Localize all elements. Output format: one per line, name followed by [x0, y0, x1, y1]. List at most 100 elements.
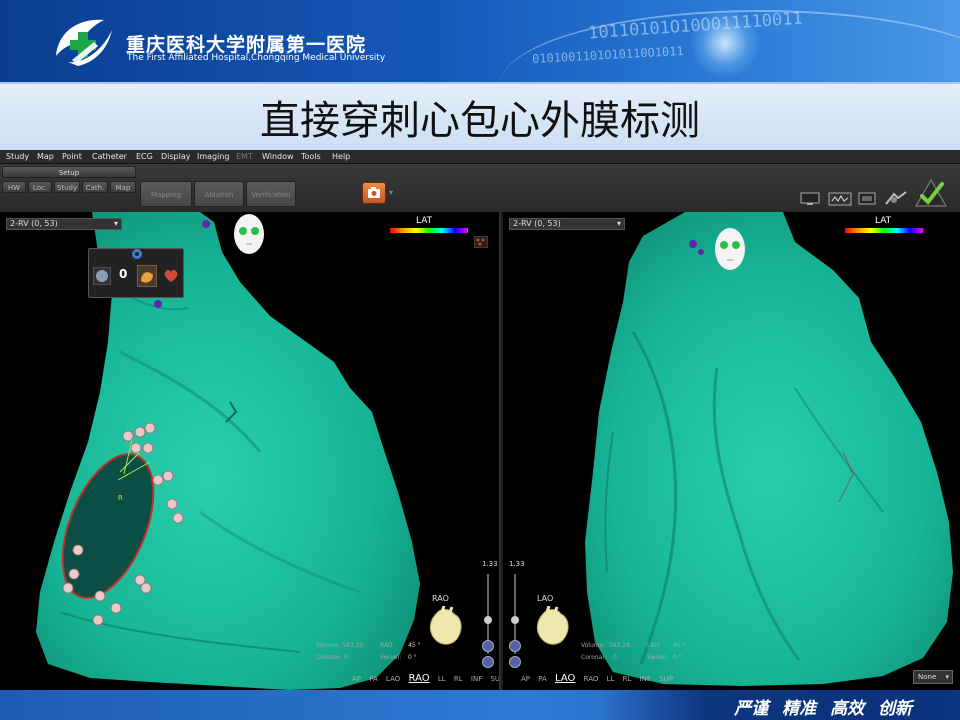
rao-angle-value: 45 °: [408, 642, 421, 649]
camera-icon: [368, 187, 380, 198]
none-select-value: None: [918, 673, 937, 681]
snapshot-dropdown-chevron-icon[interactable]: ▾: [389, 188, 393, 197]
lat-color-scale: [390, 228, 468, 233]
tools-icon[interactable]: [884, 190, 908, 206]
lat-label: LAT: [875, 216, 892, 226]
volume-value: 583.29: [609, 642, 630, 649]
view-presets-rao: AP PA LAO RAO LL RL INF SUP: [352, 673, 499, 684]
map-select[interactable]: 2-RV (0, 53) ▾: [509, 218, 625, 230]
orientation-label: LAO: [537, 594, 554, 603]
loc-button[interactable]: Loc.: [28, 181, 52, 193]
sphere-icon[interactable]: [93, 267, 111, 285]
chevron-down-icon: ▾: [616, 219, 621, 228]
view-presets-lao: AP PA LAO RAO LL RL INF SUP: [521, 673, 679, 684]
none-select[interactable]: None ▾: [913, 670, 953, 684]
footer-bar: 严谨 精准 高效 创新: [0, 690, 960, 720]
coronal-label: Coronal:: [316, 654, 342, 661]
settings-gear-icon[interactable]: [129, 247, 145, 261]
volume-label: Volume:: [581, 642, 606, 649]
orientation-label: RAO: [432, 594, 449, 603]
menu-imaging[interactable]: Imaging: [197, 152, 230, 161]
catheter-marker-label: R: [118, 494, 123, 502]
zoom-out-button[interactable]: [482, 656, 494, 668]
head-orientation-icon: [234, 214, 264, 254]
viewport-lao[interactable]: 2-RV (0, 53) ▾ LAT 1.33 LAO Volume: 583.…: [503, 212, 960, 690]
zoom-out-button[interactable]: [509, 656, 521, 668]
menu-emt: EMT: [236, 152, 253, 161]
swivel-label: Swivel:: [380, 654, 402, 661]
display-icon[interactable]: [858, 192, 878, 206]
zoom-level-label: 1.33: [509, 560, 525, 568]
point-list-icon[interactable]: [474, 236, 488, 248]
hospital-name-en: The First Affiliated Hospital,Chongqing …: [127, 53, 386, 63]
map-select[interactable]: 2-RV (0, 53) ▾: [6, 218, 122, 230]
menu-bar: Study Map Point Catheter ECG Display Ima…: [0, 150, 960, 164]
hospital-logo-icon: [56, 19, 112, 66]
study-button[interactable]: Study: [54, 181, 80, 193]
viewport-rao[interactable]: R 2-RV (0, 53) ▾ LAT 0 1.33 RAO Volume: …: [0, 212, 501, 690]
view-inf[interactable]: INF: [640, 675, 651, 683]
menu-tools[interactable]: Tools: [301, 152, 321, 161]
hw-button[interactable]: HW: [2, 181, 26, 193]
mapping-software-window: Study Map Point Catheter ECG Display Ima…: [0, 150, 960, 690]
menu-window[interactable]: Window: [262, 152, 294, 161]
view-sup[interactable]: SUP: [490, 675, 499, 683]
cath-button[interactable]: Cath.: [82, 181, 108, 193]
view-sup[interactable]: SUP: [659, 675, 673, 683]
view-lao[interactable]: LAO: [555, 673, 575, 684]
volume-label: Volume:: [316, 642, 341, 649]
heart-icon[interactable]: [163, 269, 179, 283]
lao-angle-value: 45 °: [673, 642, 686, 649]
zoom-slider-knob[interactable]: [511, 616, 519, 624]
toolbar: Setup HW Loc. Study Cath. Map Mapping Ab…: [0, 164, 960, 212]
swivel-value: 0 °: [408, 654, 417, 661]
view-rl[interactable]: RL: [623, 675, 632, 683]
checkmark-icon: [915, 178, 947, 207]
view-lao[interactable]: LAO: [386, 675, 400, 683]
menu-map[interactable]: Map: [37, 152, 54, 161]
coronal-value: 0: [344, 654, 348, 661]
rao-angle-label: RAO: [380, 642, 393, 649]
lao-angle-label: LAO: [647, 642, 660, 649]
setup-button[interactable]: Setup: [2, 166, 136, 178]
heart-shell-icon[interactable]: [137, 265, 157, 287]
zoom-slider-knob[interactable]: [484, 616, 492, 624]
ablation-button[interactable]: Ablation: [194, 181, 244, 207]
zoom-in-button[interactable]: [509, 640, 521, 652]
view-ap[interactable]: AP: [521, 675, 530, 683]
view-ll[interactable]: LL: [607, 675, 615, 683]
view-rl[interactable]: RL: [454, 675, 463, 683]
header-banner: 10110101O10O011110011 0101001101O10110O1…: [0, 0, 960, 82]
head-orientation-icon: [715, 228, 745, 270]
zoom-level-label: 1.33: [482, 560, 498, 568]
view-inf[interactable]: INF: [471, 675, 482, 683]
view-pa[interactable]: PA: [538, 675, 547, 683]
map-select-value: 2-RV (0, 53): [10, 219, 58, 228]
monitor-icon[interactable]: [800, 192, 820, 206]
menu-display[interactable]: Display: [161, 152, 191, 161]
coronal-label: Coronal:: [581, 654, 607, 661]
verification-button[interactable]: Verification: [246, 181, 296, 207]
record-icon[interactable]: [828, 192, 852, 206]
menu-study[interactable]: Study: [6, 152, 29, 161]
menu-point[interactable]: Point: [62, 152, 82, 161]
snapshot-button[interactable]: [362, 182, 386, 204]
point-count: 0: [119, 267, 128, 281]
menu-ecg[interactable]: ECG: [136, 152, 153, 161]
view-pa[interactable]: PA: [369, 675, 378, 683]
view-ap[interactable]: AP: [352, 675, 361, 683]
view-rao[interactable]: RAO: [409, 673, 430, 684]
lat-label: LAT: [416, 216, 433, 226]
menu-help[interactable]: Help: [332, 152, 350, 161]
confirm-button[interactable]: [914, 178, 948, 208]
view-rao[interactable]: RAO: [584, 675, 599, 683]
volume-value: 583.29: [342, 642, 363, 649]
slide: 10110101O10O011110011 0101001101O10110O1…: [0, 0, 960, 720]
mapping-button[interactable]: Mapping: [140, 181, 192, 207]
zoom-in-button[interactable]: [482, 640, 494, 652]
map-button[interactable]: Map: [110, 181, 136, 193]
view-ll[interactable]: LL: [438, 675, 446, 683]
menu-catheter[interactable]: Catheter: [92, 152, 127, 161]
swivel-label: Swivel:: [647, 654, 669, 661]
point-panel: 0: [88, 248, 184, 298]
